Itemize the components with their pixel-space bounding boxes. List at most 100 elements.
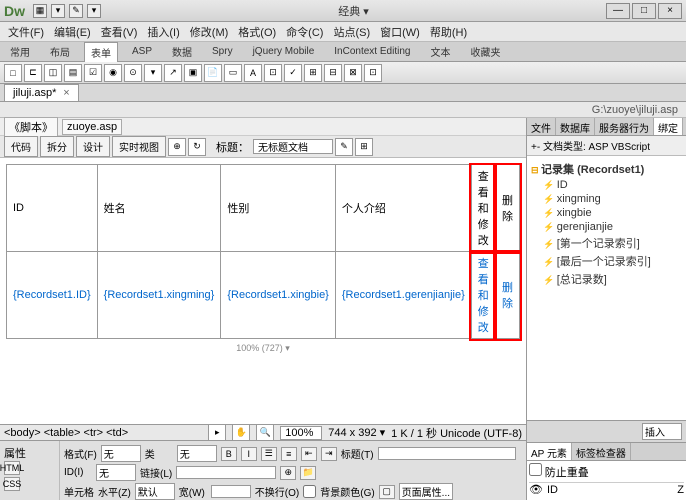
indent-icon[interactable]: ⇥ bbox=[321, 447, 337, 461]
outdent-icon[interactable]: ⇤ bbox=[301, 447, 317, 461]
tree-first[interactable]: [第一个记录索引] bbox=[531, 234, 682, 252]
tree-recordset[interactable]: 记录集 (Recordset1) bbox=[531, 160, 682, 178]
td-id[interactable]: {Recordset1.ID} bbox=[7, 252, 98, 339]
menu-window[interactable]: 窗口(W) bbox=[376, 22, 424, 42]
crumb-script[interactable]: 《脚本》 bbox=[4, 117, 58, 137]
layout-icon[interactable]: ▦ bbox=[33, 4, 47, 18]
tree-id[interactable]: ID bbox=[531, 178, 682, 192]
spry3-icon[interactable]: ⊟ bbox=[324, 64, 342, 82]
rtab-server[interactable]: 服务器行为 bbox=[595, 118, 654, 135]
view-split[interactable]: 拆分 bbox=[40, 136, 74, 157]
th-name[interactable]: 姓名 bbox=[97, 165, 221, 252]
bold-button[interactable]: B bbox=[221, 447, 237, 461]
spry4-icon[interactable]: ⊠ bbox=[344, 64, 362, 82]
tool-icon[interactable]: ✎ bbox=[69, 4, 83, 18]
link-point-icon[interactable]: ⊕ bbox=[280, 466, 296, 480]
ol-icon[interactable]: ≡ bbox=[281, 447, 297, 461]
th-id[interactable]: ID bbox=[7, 165, 98, 252]
checkbox-icon[interactable]: ☑ bbox=[84, 64, 102, 82]
link-browse-icon[interactable]: 📁 bbox=[300, 466, 316, 480]
radio-icon[interactable]: ◉ bbox=[104, 64, 122, 82]
tab-text[interactable]: 文本 bbox=[424, 42, 456, 61]
html-mode[interactable]: HTML bbox=[4, 461, 20, 475]
page-props-button[interactable]: 页面属性... bbox=[399, 483, 453, 500]
tab-data[interactable]: 数据 bbox=[166, 42, 198, 61]
halign-select[interactable]: 默认 bbox=[135, 483, 175, 500]
spry1-icon[interactable]: ✓ bbox=[284, 64, 302, 82]
spry2-icon[interactable]: ⊞ bbox=[304, 64, 322, 82]
spry5-icon[interactable]: ⊡ bbox=[364, 64, 382, 82]
th-gender[interactable]: 性别 bbox=[221, 165, 336, 252]
jump-icon[interactable]: ↗ bbox=[164, 64, 182, 82]
bg-color-swatch[interactable]: ▢ bbox=[379, 485, 395, 499]
dropdown-icon[interactable]: ▾ bbox=[51, 4, 65, 18]
width-input[interactable] bbox=[211, 485, 251, 498]
th-del[interactable]: 删除 bbox=[495, 165, 519, 252]
rtab-db[interactable]: 数据库 bbox=[556, 118, 595, 135]
zoom-input[interactable] bbox=[280, 426, 322, 440]
menu-help[interactable]: 帮助(H) bbox=[426, 22, 471, 42]
button-icon[interactable]: ▭ bbox=[224, 64, 242, 82]
doc-tab-close-icon[interactable]: × bbox=[63, 87, 69, 99]
th-edit[interactable]: 查看和修改 bbox=[471, 165, 495, 252]
class-select[interactable]: 无 bbox=[177, 445, 217, 462]
select-icon[interactable]: ▾ bbox=[144, 64, 162, 82]
menu-insert[interactable]: 插入(I) bbox=[143, 22, 183, 42]
td-del[interactable]: 删除 bbox=[495, 252, 519, 339]
hand-icon[interactable]: ✋ bbox=[232, 424, 250, 442]
prevent-overlap-check[interactable] bbox=[529, 463, 542, 476]
tree-xingbie[interactable]: xingbie bbox=[531, 206, 682, 220]
italic-button[interactable]: I bbox=[241, 447, 257, 461]
fieldset-icon[interactable]: ⊡ bbox=[264, 64, 282, 82]
td-intro[interactable]: {Recordset1.gerenjianjie} bbox=[335, 252, 471, 339]
title-input[interactable] bbox=[253, 139, 333, 154]
maximize-button[interactable]: □ bbox=[632, 3, 656, 19]
crumb-file[interactable]: zuoye.asp bbox=[62, 119, 122, 135]
radiogroup-icon[interactable]: ⊙ bbox=[124, 64, 142, 82]
rtab-files[interactable]: 文件 bbox=[527, 118, 556, 135]
css-mode[interactable]: CSS bbox=[4, 477, 20, 491]
th-intro[interactable]: 个人介绍 bbox=[335, 165, 471, 252]
rtab-ap[interactable]: AP 元素 bbox=[527, 443, 572, 460]
td-gender[interactable]: {Recordset1.xingbie} bbox=[221, 252, 336, 339]
view-live[interactable]: 实时视图 bbox=[112, 136, 166, 157]
td-name[interactable]: {Recordset1.xingming} bbox=[97, 252, 221, 339]
view-design[interactable]: 设计 bbox=[76, 136, 110, 157]
pointer-icon[interactable]: ▸ bbox=[208, 424, 226, 442]
ul-icon[interactable]: ☰ bbox=[261, 447, 277, 461]
tree-last[interactable]: [最后一个记录索引] bbox=[531, 252, 682, 270]
menu-edit[interactable]: 编辑(E) bbox=[50, 22, 95, 42]
tab-layout[interactable]: 布局 bbox=[44, 42, 76, 61]
tab-common[interactable]: 常用 bbox=[4, 42, 36, 61]
tree-total[interactable]: [总记录数] bbox=[531, 270, 682, 288]
file-icon[interactable]: 📄 bbox=[204, 64, 222, 82]
data-table[interactable]: ID 姓名 性别 个人介绍 查看和修改 删除 {Recordset1.ID} {… bbox=[6, 164, 520, 339]
menu-view[interactable]: 查看(V) bbox=[97, 22, 142, 42]
id-select[interactable]: 无 bbox=[96, 464, 136, 481]
inspect-icon[interactable]: ⊕ bbox=[168, 138, 186, 156]
td-edit[interactable]: 查看和修改 bbox=[471, 252, 495, 339]
tab-form[interactable]: 表单 bbox=[84, 42, 118, 62]
hidden-icon[interactable]: ◫ bbox=[44, 64, 62, 82]
tree-gerenjianjie[interactable]: gerenjianjie bbox=[531, 220, 682, 234]
view-code[interactable]: 代码 bbox=[4, 136, 38, 157]
tab-jquery[interactable]: jQuery Mobile bbox=[247, 44, 321, 59]
format-select[interactable]: 无 bbox=[101, 445, 141, 462]
document-tab[interactable]: jiluji.asp* × bbox=[4, 84, 79, 101]
form-icon[interactable]: □ bbox=[4, 64, 22, 82]
tab-fav[interactable]: 收藏夹 bbox=[464, 42, 506, 61]
menu-file[interactable]: 文件(F) bbox=[4, 22, 48, 42]
title-mode[interactable]: 经典 ▾ bbox=[101, 3, 606, 19]
textfield-icon[interactable]: ⊏ bbox=[24, 64, 42, 82]
minimize-button[interactable]: — bbox=[606, 3, 630, 19]
tree-xingming[interactable]: xingming bbox=[531, 192, 682, 206]
image-icon[interactable]: ▣ bbox=[184, 64, 202, 82]
nowrap-check[interactable] bbox=[303, 485, 316, 498]
misc1-icon[interactable]: ✎ bbox=[335, 138, 353, 156]
menu-modify[interactable]: 修改(M) bbox=[186, 22, 233, 42]
textarea-icon[interactable]: ▤ bbox=[64, 64, 82, 82]
tag-path[interactable]: <body> <table> <tr> <td> bbox=[4, 427, 128, 439]
menu-format[interactable]: 格式(O) bbox=[234, 22, 280, 42]
tab-asp[interactable]: ASP bbox=[126, 44, 158, 59]
label-icon[interactable]: A bbox=[244, 64, 262, 82]
